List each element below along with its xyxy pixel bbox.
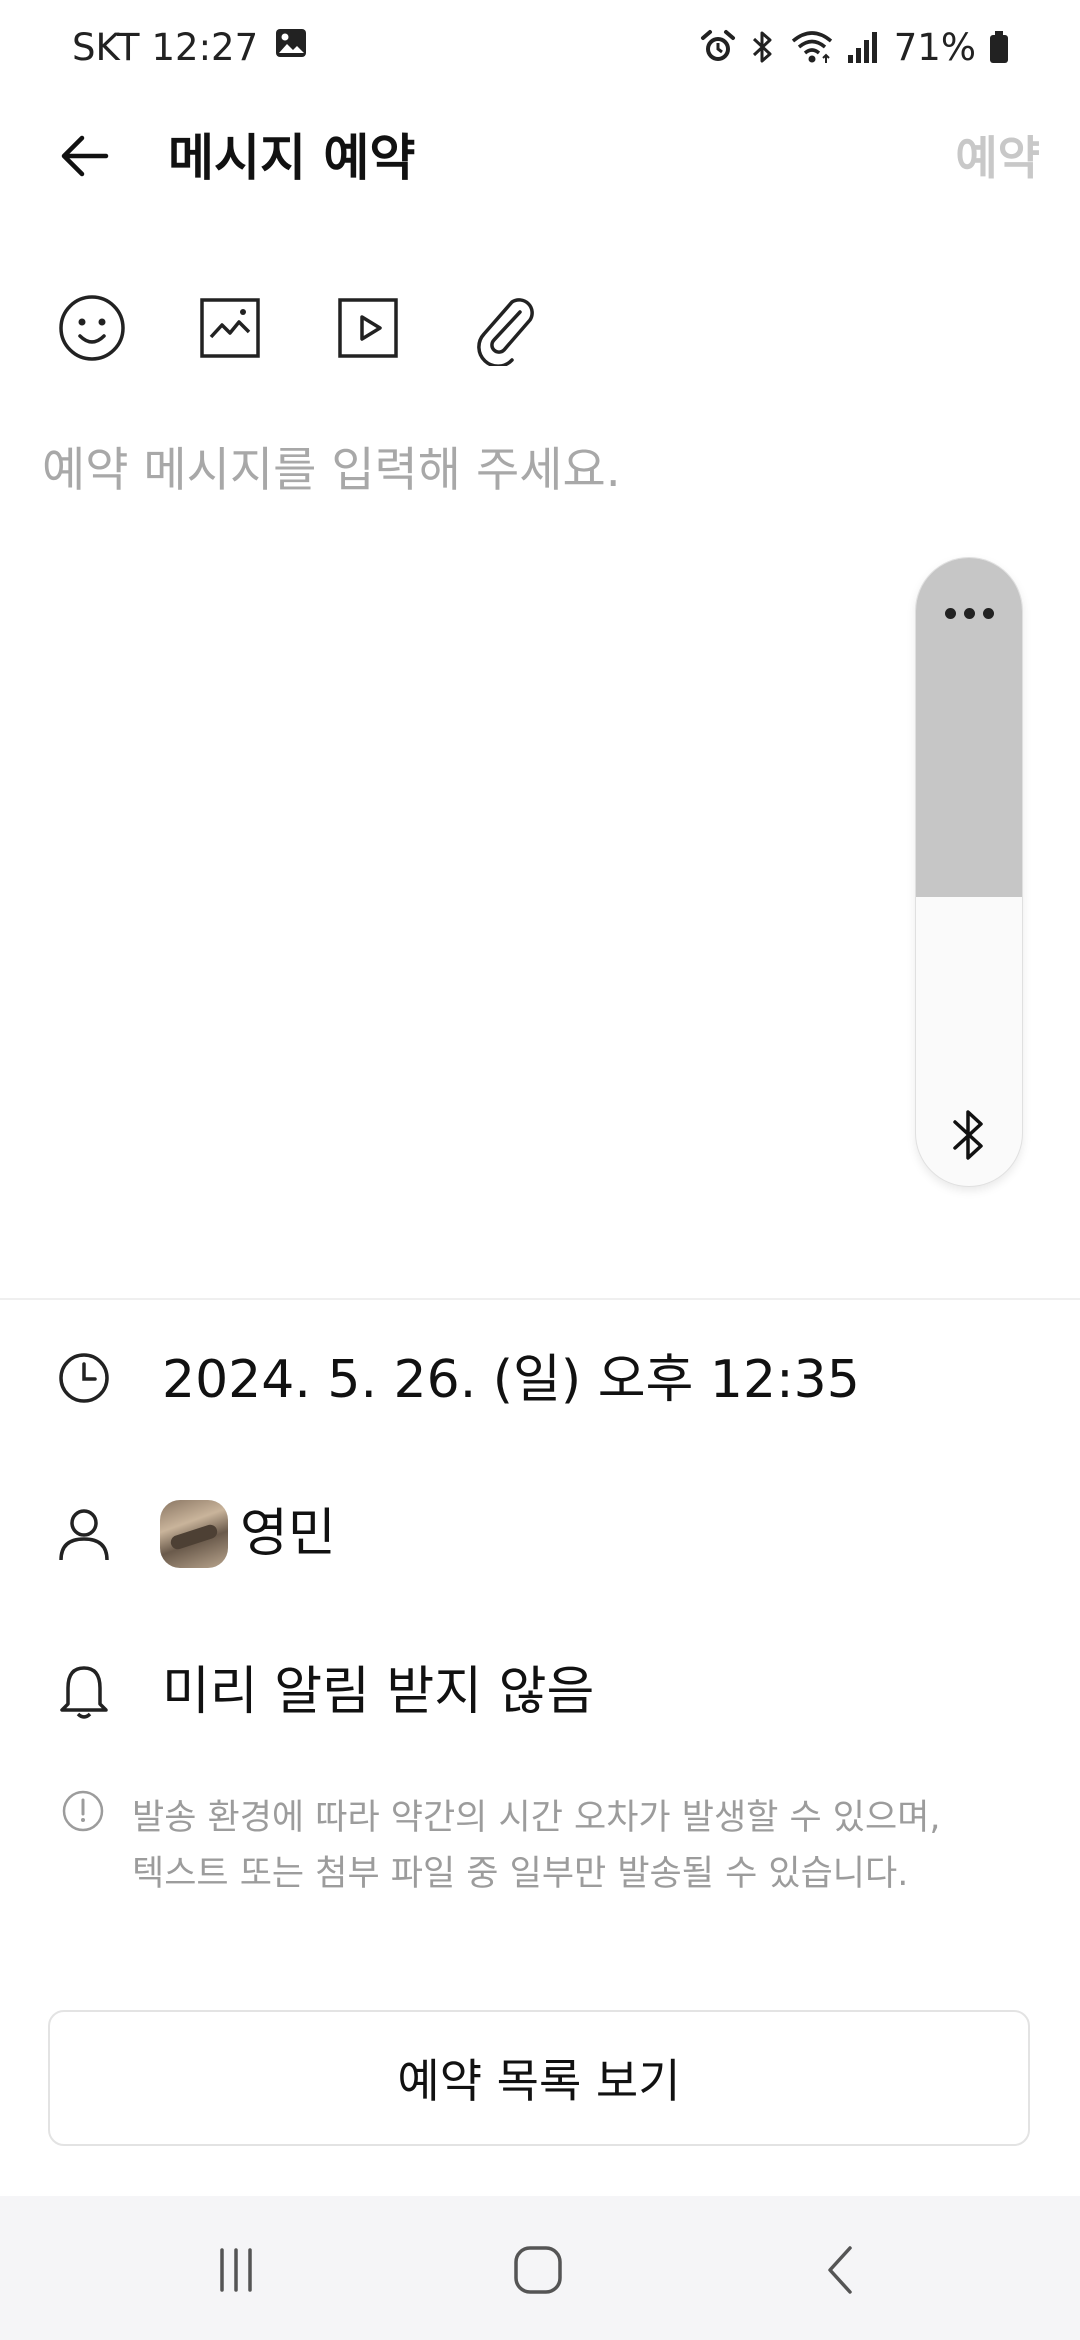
notice-line-1: 발송 환경에 따라 약간의 시간 오차가 발생할 수 있으며, [132,1798,941,1838]
image-button[interactable] [190,288,270,368]
image-icon [200,298,260,358]
bluetooth-icon[interactable] [916,1106,1022,1186]
attachment-icon [477,298,534,366]
gallery-icon [274,26,308,69]
avatar [160,1500,228,1568]
video-button[interactable] [328,288,408,368]
page-title: 메시지 예약 [168,129,416,187]
reserve-button[interactable]: 예약 [955,128,1040,188]
recipient-name[interactable]: 영민 [240,1499,336,1569]
emoji-button[interactable] [52,288,132,368]
notice-text: 발송 환경에 따라 약간의 시간 오차가 발생할 수 있으며, 텍스트 또는 첨… [132,1790,1012,1902]
battery-label: 71% [893,25,976,69]
section-divider [0,1298,1080,1300]
reminder-setting[interactable]: 미리 알림 받지 않음 [162,1657,594,1727]
back-nav-icon[interactable] [782,2230,902,2310]
signal-icon [846,29,882,65]
back-button[interactable] [50,122,118,190]
home-icon[interactable] [478,2230,598,2310]
message-input[interactable] [42,430,902,510]
alarm-icon [700,29,736,65]
schedule-datetime[interactable]: 2024. 5. 26. (일) 오후 12:35 [162,1345,860,1415]
status-bar-right: 71% [700,22,1010,72]
video-icon [338,298,398,358]
bell-icon [52,1660,116,1724]
volume-panel[interactable] [916,558,1022,1186]
bluetooth-icon [748,29,778,65]
emoji-icon [59,295,125,361]
notice-line-2: 텍스트 또는 첨부 파일 중 일부만 발송될 수 있습니다. [132,1854,909,1894]
info-icon [60,1788,106,1834]
battery-icon [988,29,1010,65]
wifi-icon [790,29,834,65]
more-icon[interactable] [916,588,1022,638]
carrier-label: SKT [72,25,140,69]
person-icon [52,1502,116,1566]
recent-apps-icon[interactable] [176,2230,296,2310]
attachment-button[interactable] [466,288,546,368]
view-schedule-list-button[interactable]: 예약 목록 보기 [48,2010,1030,2146]
arrow-left-icon [61,135,109,177]
status-time: 12:27 [151,25,259,69]
clock-icon [52,1346,116,1410]
status-bar-left: SKT 12:27 [72,22,308,72]
